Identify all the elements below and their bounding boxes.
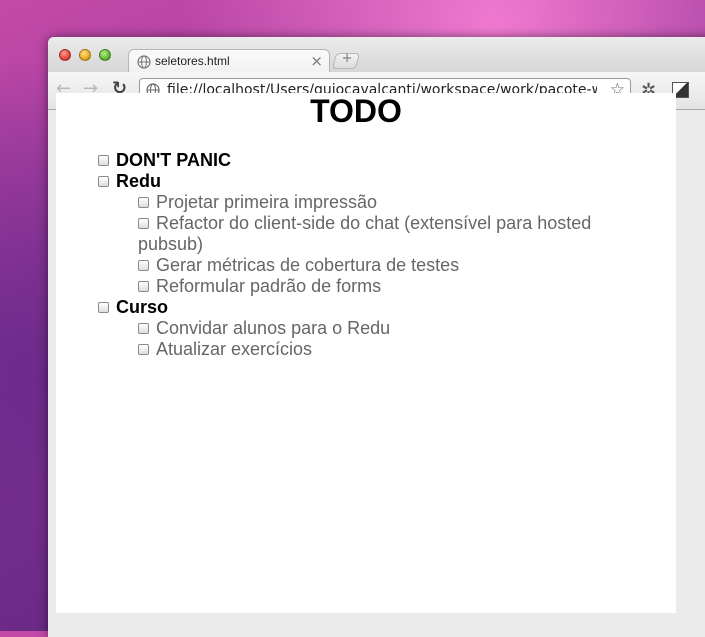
checkbox[interactable] (98, 176, 109, 187)
checkbox[interactable] (138, 344, 149, 355)
list-item: Curso Convidar alunos para o Redu Atuali… (98, 297, 658, 360)
checkbox[interactable] (138, 197, 149, 208)
page-content: TODO DON'T PANIC Redu Projetar primeira … (56, 93, 676, 613)
new-tab-button[interactable]: + (331, 51, 361, 69)
todo-list: DON'T PANIC Redu Projetar primeira impre… (98, 150, 658, 360)
sub-item-label: Reformular padrão de forms (156, 276, 382, 296)
minimize-window-button[interactable] (79, 49, 91, 61)
checkbox[interactable] (138, 218, 149, 229)
sub-item-label: Convidar alunos para o Redu (156, 318, 391, 338)
page-title: TODO (310, 93, 402, 129)
sub-list-item: Gerar métricas de cobertura de testes (138, 255, 658, 276)
sub-list-item: Convidar alunos para o Redu (138, 318, 658, 339)
tab-title: seletores.html (155, 54, 230, 68)
sub-list-item: Refactor do client-side do chat (extensí… (138, 213, 658, 255)
checkbox[interactable] (138, 260, 149, 271)
zoom-window-button[interactable] (99, 49, 111, 61)
tab-seletores[interactable]: seletores.html × (128, 49, 330, 74)
item-label: DON'T PANIC (116, 150, 231, 170)
sub-item-label: Gerar métricas de cobertura de testes (156, 255, 460, 275)
sub-list: Projetar primeira impressão Refactor do … (98, 192, 658, 297)
close-window-button[interactable] (59, 49, 71, 61)
list-item: Redu Projetar primeira impressão Refacto… (98, 171, 658, 297)
plus-icon: + (341, 51, 353, 66)
checkbox[interactable] (98, 302, 109, 313)
list-item: DON'T PANIC (98, 150, 658, 171)
globe-icon (137, 55, 151, 69)
checkbox[interactable] (138, 323, 149, 334)
item-label: Redu (116, 171, 161, 191)
sub-item-label: Atualizar exercícios (156, 339, 313, 359)
sub-list-item: Reformular padrão de forms (138, 276, 658, 297)
title-bar: seletores.html × + (48, 37, 705, 74)
item-label: Curso (116, 297, 169, 317)
sub-list: Convidar alunos para o Redu Atualizar ex… (98, 318, 658, 360)
sub-list-item: Projetar primeira impressão (138, 192, 658, 213)
checkbox[interactable] (138, 281, 149, 292)
sub-list-item: Atualizar exercícios (138, 339, 658, 360)
sub-item-label: Projetar primeira impressão (156, 192, 378, 212)
checkbox[interactable] (98, 155, 109, 166)
sub-item-label: Refactor do client-side do chat (extensí… (138, 213, 592, 254)
tab-close-icon[interactable]: × (310, 52, 323, 70)
